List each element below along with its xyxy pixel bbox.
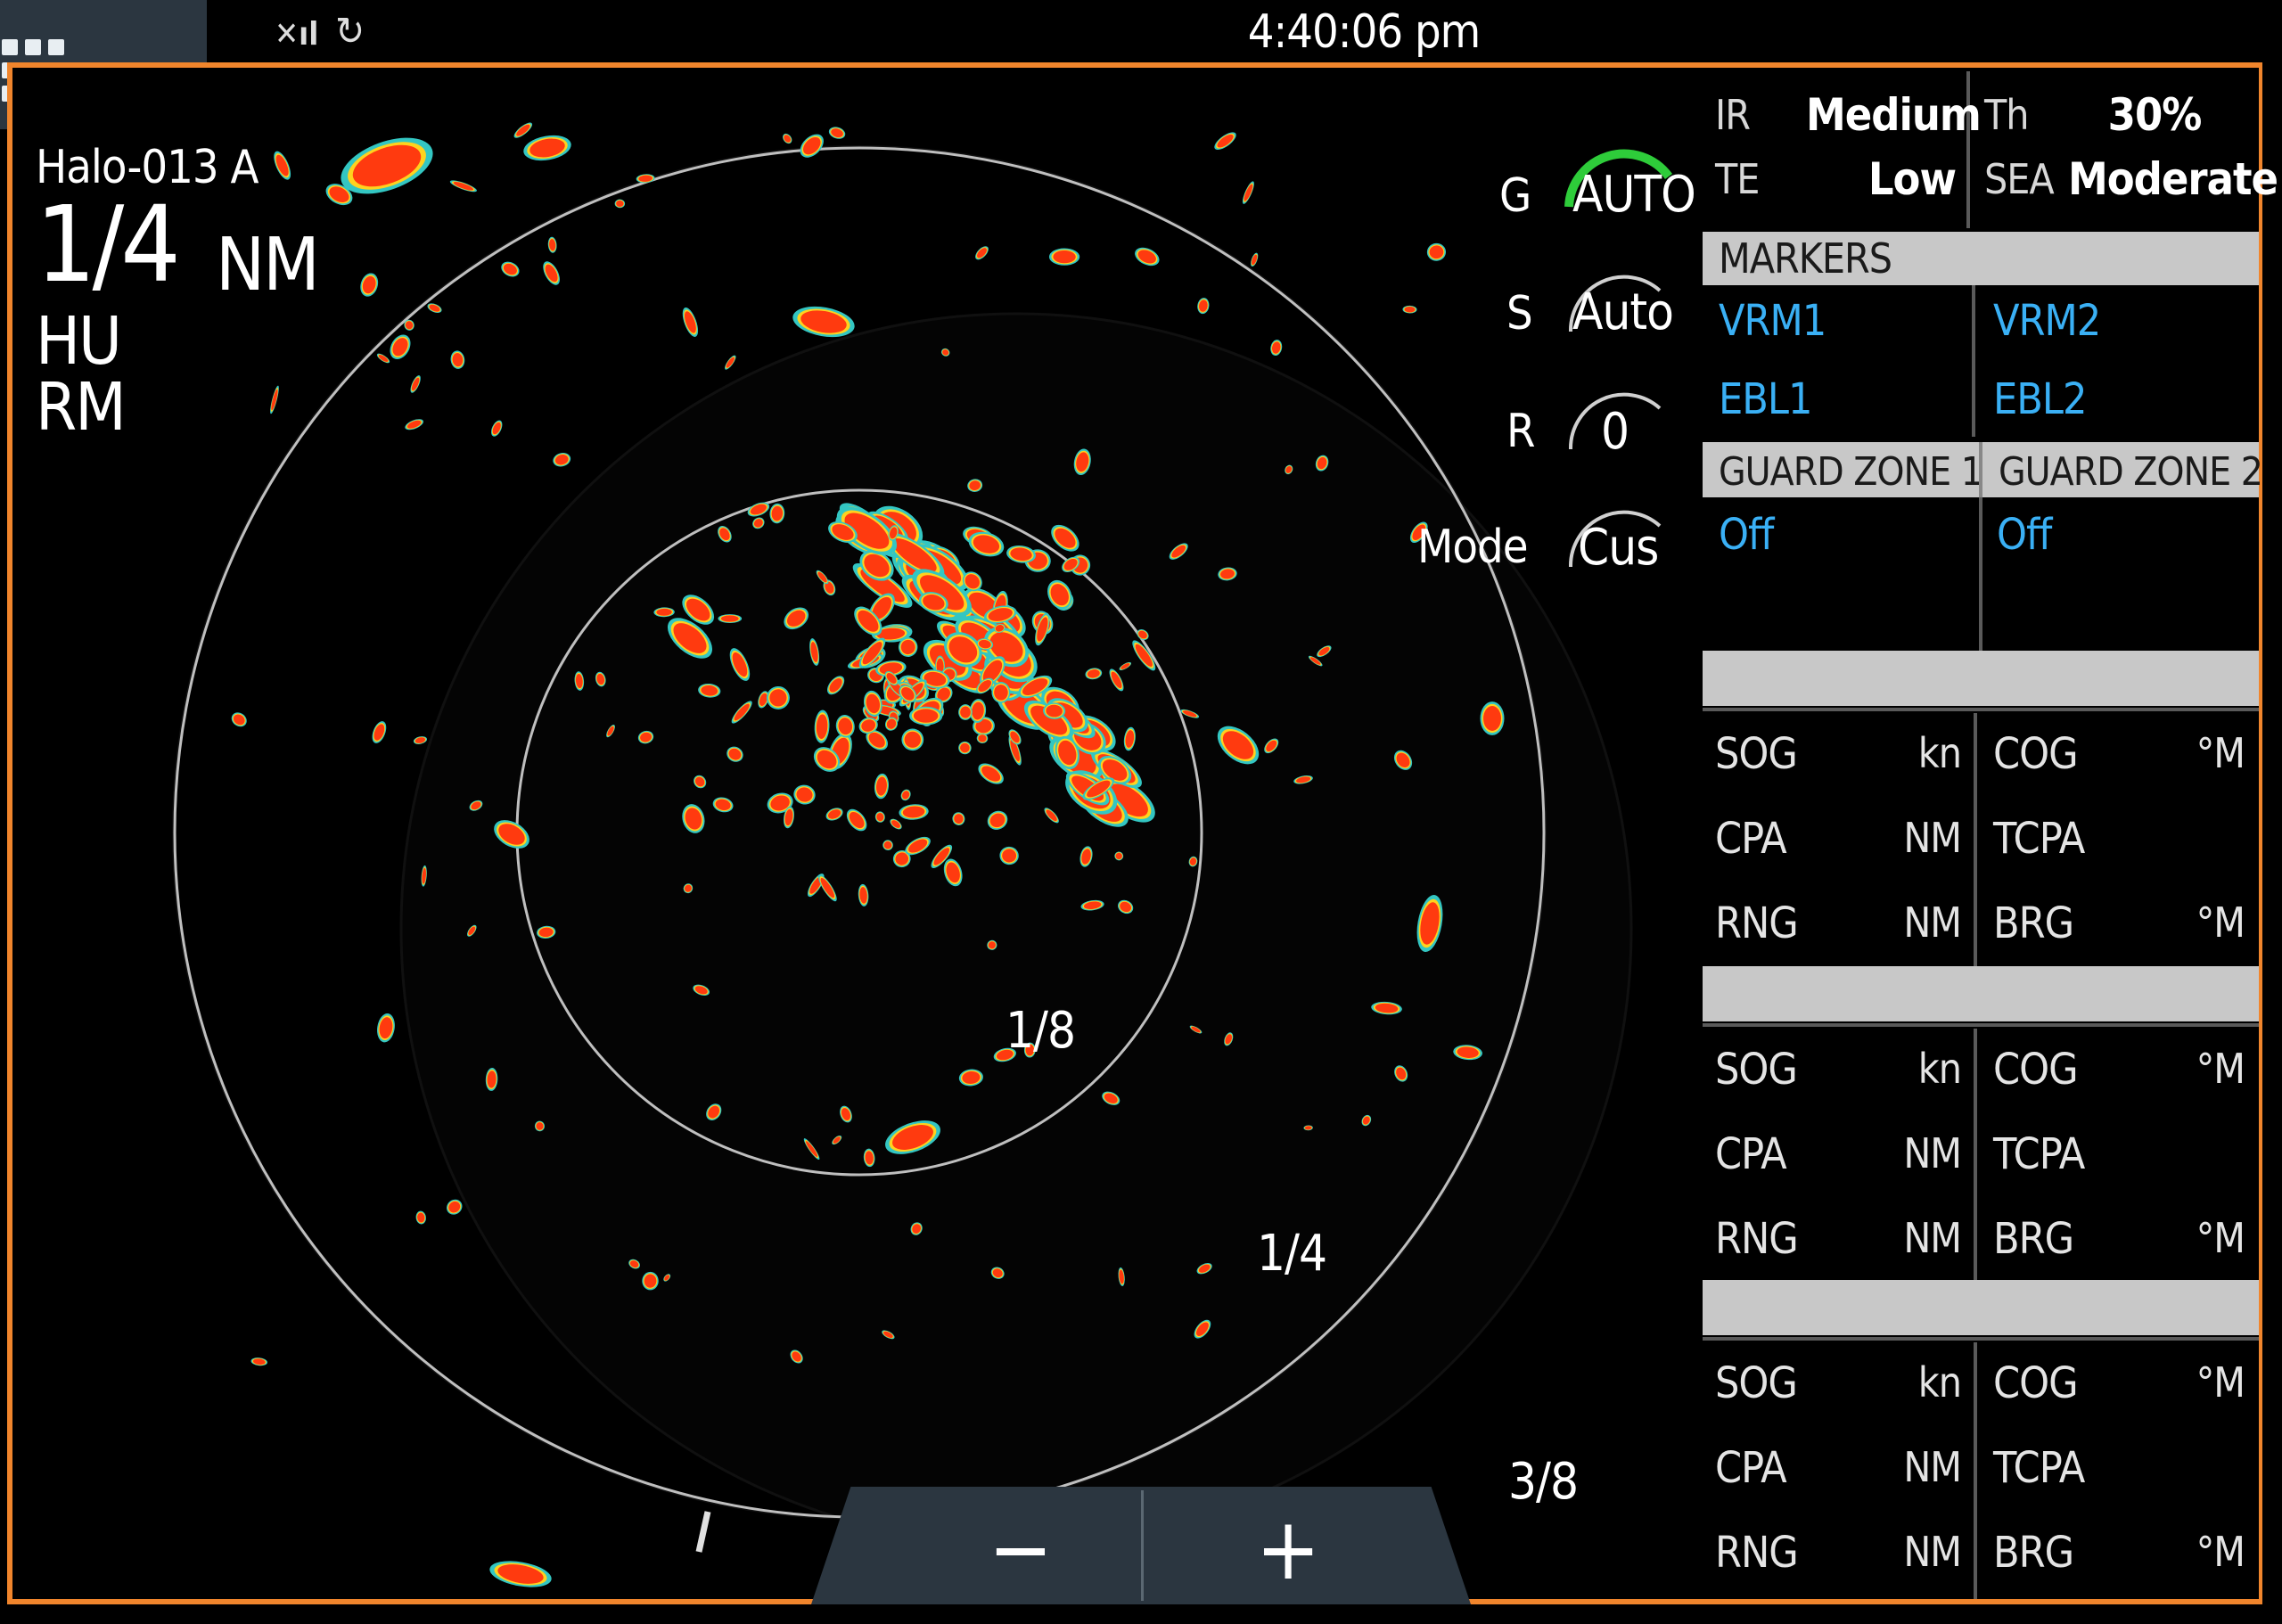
heading-line xyxy=(695,1511,711,1553)
target-1-row-3-unit-b: °M xyxy=(2196,898,2245,947)
mode-label[interactable]: Mode xyxy=(1417,521,1528,574)
range-value: 1/4 xyxy=(36,183,181,306)
motion-mode[interactable]: RM xyxy=(36,369,127,446)
target-3-row-1-unit-a: kn xyxy=(1917,1358,1962,1407)
ring-label-1-4: 1/4 xyxy=(1257,1225,1327,1283)
target-2-row-2-label-b: TCPA xyxy=(1993,1129,2085,1179)
target-info-blocks: SOG kn COG °M CPA NM TCPA RNG NM BRG °M SOG kn COG °M C… xyxy=(1703,68,2259,1599)
target-3-row-3-label-a: RNG xyxy=(1715,1528,1799,1578)
target-2-row-1-unit-b: °M xyxy=(2196,1045,2245,1093)
target-2-row-2-unit-a: NM xyxy=(1903,1129,1962,1177)
range-ring-outer-shade xyxy=(399,312,1633,1546)
rain-clutter-label[interactable]: R xyxy=(1506,405,1535,458)
target-1-row-1-unit-b: °M xyxy=(2196,729,2245,777)
target-2-row-3-unit-a: NM xyxy=(1903,1214,1962,1262)
rain-clutter-value[interactable]: 0 xyxy=(1601,403,1629,461)
target-1-row-2-label-b: TCPA xyxy=(1993,814,2085,864)
target-3-row-2-label-a: CPA xyxy=(1715,1443,1787,1493)
gain-value[interactable]: AUTO xyxy=(1572,166,1696,224)
target-1-row-2-unit-a: NM xyxy=(1903,814,1962,862)
target-3-row-2-label-b: TCPA xyxy=(1993,1443,2085,1493)
target-2-row-3-unit-b: °M xyxy=(2196,1214,2245,1262)
sea-clutter-value[interactable]: Auto xyxy=(1572,283,1674,341)
ring-label-3-8: 3/8 xyxy=(1508,1453,1579,1511)
target-2-row-2-label-a: CPA xyxy=(1715,1129,1787,1179)
target-1-row-3-label-a: RNG xyxy=(1715,898,1799,948)
target-3-row-2-unit-a: NM xyxy=(1903,1443,1962,1491)
target-3-row-3-unit-a: NM xyxy=(1903,1528,1962,1576)
zoom-out-button[interactable]: − xyxy=(945,1506,1096,1592)
target-3-row-3-unit-b: °M xyxy=(2196,1528,2245,1576)
target-3-row-1-label-a: SOG xyxy=(1715,1358,1798,1408)
zoom-divider xyxy=(1141,1490,1144,1601)
mode-value[interactable]: Cus xyxy=(1578,519,1659,577)
clock: 4:40:06 pm xyxy=(1247,5,1481,59)
target-2-row-1-unit-a: kn xyxy=(1917,1045,1962,1093)
sync-icon: ↻ xyxy=(335,9,365,54)
target-2-row-1-label-a: SOG xyxy=(1715,1045,1798,1095)
zoom-in-button[interactable]: + xyxy=(1212,1506,1364,1592)
ring-label-1-8: 1/8 xyxy=(1006,1002,1076,1060)
target-3-row-1-unit-b: °M xyxy=(2196,1358,2245,1407)
radar-data-panel: IR Medium Th 30% TE Low SEA Moderate MAR… xyxy=(1703,68,2278,1599)
target-1-row-1-unit-a: kn xyxy=(1917,729,1962,777)
signal-icon: ✕ıl xyxy=(275,16,319,53)
gain-label[interactable]: G xyxy=(1499,169,1531,223)
sea-clutter-label[interactable]: S xyxy=(1506,287,1533,340)
target-1-row-1-label-a: SOG xyxy=(1715,729,1798,779)
target-2-row-3-label-a: RNG xyxy=(1715,1214,1799,1264)
target-1-row-3-unit-a: NM xyxy=(1903,898,1962,947)
range-unit: NM xyxy=(216,223,320,308)
target-1-row-2-label-a: CPA xyxy=(1715,814,1787,864)
